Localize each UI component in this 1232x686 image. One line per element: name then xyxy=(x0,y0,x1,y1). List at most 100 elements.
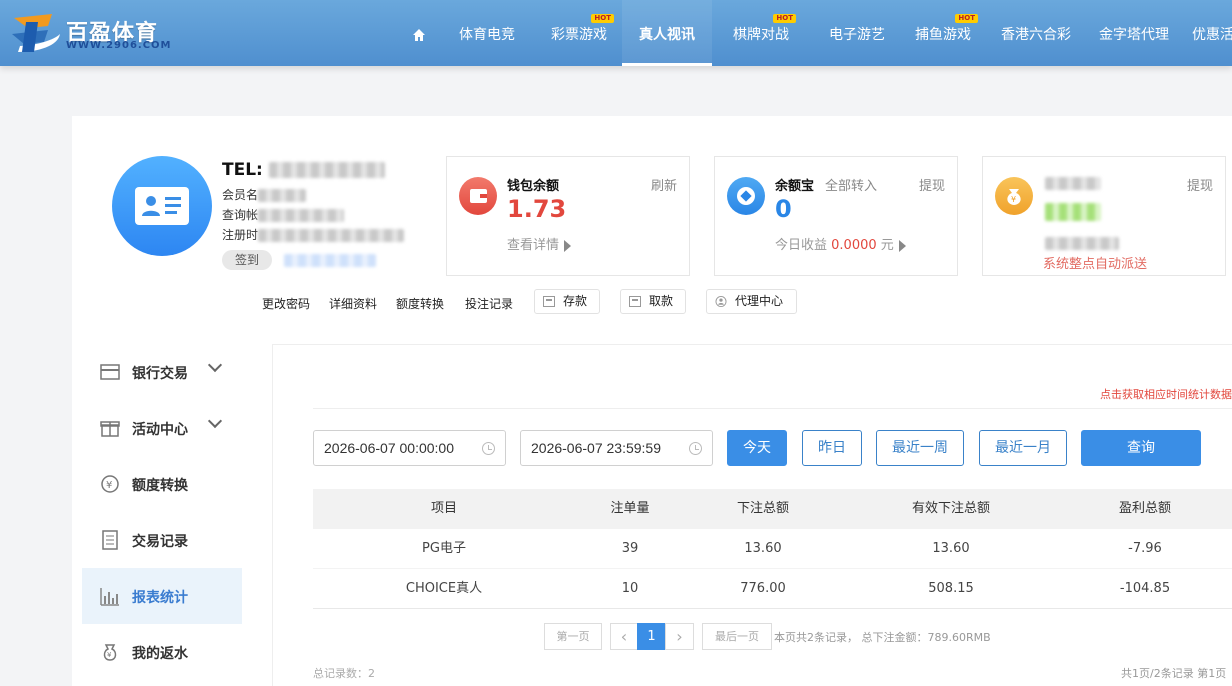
query-account: 查询帐 xyxy=(222,206,345,223)
column-header: 有效下注总额 xyxy=(911,501,990,516)
deposit-icon xyxy=(543,296,555,307)
current-page-button[interactable]: 1 xyxy=(637,623,666,650)
report-table: 项目 注单量 下注总额 有效下注总额 盈利总额 PG电子 39 13.60 13… xyxy=(313,489,1232,609)
detail-info-link[interactable]: 详细资料 xyxy=(329,295,377,312)
yen-exchange-icon: ¥ xyxy=(101,475,119,493)
column-header: 注单量 xyxy=(610,501,650,516)
nav-home[interactable] xyxy=(404,0,434,66)
first-page-button[interactable]: 第一页 xyxy=(544,623,602,650)
query-button[interactable]: 查询 xyxy=(1081,430,1201,466)
yeb-card: 余额宝 0 全部转入 提现 今日收益 0.0000 元 xyxy=(714,156,958,276)
nav-label: 优惠活 xyxy=(1192,27,1232,43)
site-logo[interactable]: 百盈体育 WWW.2906.COM xyxy=(8,12,178,56)
nav-label: 金字塔代理 xyxy=(1099,27,1169,43)
sign-info-redacted xyxy=(284,254,376,267)
start-date-input[interactable]: 2026-06-07 00:00:00 xyxy=(313,430,506,466)
nav-label: 体育电竞 xyxy=(459,27,515,43)
yeb-title: 余额宝 xyxy=(775,179,815,194)
hot-badge: HOT xyxy=(773,14,796,23)
transfer-all-link[interactable]: 全部转入 xyxy=(825,175,877,194)
table-cell: -7.96 xyxy=(1128,541,1162,556)
sign-in-button[interactable]: 签到 xyxy=(222,250,272,270)
prev-page-button[interactable]: ‹ xyxy=(610,623,638,650)
bonus-title-redacted xyxy=(1045,177,1101,190)
deposit-button[interactable]: 存款 xyxy=(534,289,600,314)
nav-fishing[interactable]: 捕鱼游戏 HOT xyxy=(904,0,982,66)
withdraw-icon xyxy=(629,296,641,307)
next-page-button[interactable]: › xyxy=(665,623,694,650)
today-earnings[interactable]: 今日收益 0.0000 元 xyxy=(775,234,906,253)
bonus-withdraw-link[interactable]: 提现 xyxy=(1187,175,1213,194)
nav-pyramid-agent[interactable]: 金字塔代理 xyxy=(1090,0,1178,66)
refresh-link[interactable]: 刷新 xyxy=(651,175,677,194)
phone-label: TEL: xyxy=(222,160,385,180)
sidebar-item-bank[interactable]: 银行交易 xyxy=(82,344,242,400)
nav-label: 真人视讯 xyxy=(639,27,695,43)
table-cell: 508.15 xyxy=(928,581,974,596)
document-icon xyxy=(102,530,118,550)
table-cell: PG电子 xyxy=(422,541,466,556)
quota-transfer-link[interactable]: 额度转换 xyxy=(396,295,444,312)
page-summary: 本页共2条记录， 总下注金额：789.60RMB xyxy=(774,631,991,644)
svg-text:¥: ¥ xyxy=(107,651,112,659)
chevron-down-icon xyxy=(207,357,223,373)
sidebar-item-transactions[interactable]: 交易记录 xyxy=(82,512,242,568)
hint-text: 点击获取相应时间统计数据 xyxy=(1100,388,1232,401)
table-cell: 13.60 xyxy=(932,541,970,556)
last-month-button[interactable]: 最近一月 xyxy=(979,430,1067,466)
sidebar-item-label: 银行交易 xyxy=(132,366,188,382)
nav-label: 电子游艺 xyxy=(829,27,885,43)
nav-slots[interactable]: 电子游艺 xyxy=(818,0,896,66)
wallet-card: 钱包余额 1.73 刷新 查看详情 xyxy=(446,156,690,276)
sidebar-item-label: 额度转换 xyxy=(132,478,188,494)
nav-label: 彩票游戏 xyxy=(551,27,607,43)
sidebar-item-reports[interactable]: 报表统计 xyxy=(82,568,242,624)
nav-chess[interactable]: 棋牌对战 HOT xyxy=(722,0,800,66)
id-card-icon xyxy=(135,187,189,225)
bonus-card: ¥ 提现 系统整点自动派送 xyxy=(982,156,1226,276)
agent-icon xyxy=(715,296,727,307)
nav-mark-six[interactable]: 香港六合彩 xyxy=(992,0,1080,66)
today-button[interactable]: 今天 xyxy=(727,430,787,466)
logo-mark-icon xyxy=(12,14,60,52)
nav-lottery[interactable]: 彩票游戏 HOT xyxy=(540,0,618,66)
table-row: PG电子 39 13.60 13.60 -7.96 xyxy=(313,529,1232,569)
sidebar-item-rebate[interactable]: ¥ 我的返水 xyxy=(82,624,242,680)
column-header: 盈利总额 xyxy=(1118,501,1171,516)
top-header: 百盈体育 WWW.2906.COM 体育电竞 彩票游戏 HOT 真人视讯 棋牌对战… xyxy=(0,0,1232,66)
bonus-value-redacted xyxy=(1045,203,1101,221)
nav-live-casino[interactable]: 真人视讯 xyxy=(622,0,712,66)
svg-text:¥: ¥ xyxy=(106,480,112,491)
money-bag-icon: ¥ xyxy=(103,644,117,661)
svg-text:¥: ¥ xyxy=(1011,195,1016,204)
end-date-input[interactable]: 2026-06-07 23:59:59 xyxy=(520,430,713,466)
last-week-button[interactable]: 最近一周 xyxy=(876,430,964,466)
withdraw-button[interactable]: 取款 xyxy=(620,289,686,314)
sidebar-item-label: 报表统计 xyxy=(132,590,188,606)
last-page-button[interactable]: 最后一页 xyxy=(702,623,772,650)
sidebar-item-transfer[interactable]: ¥ 额度转换 xyxy=(82,456,242,512)
register-time: 注册时 xyxy=(222,226,405,243)
table-cell: -104.85 xyxy=(1119,581,1171,596)
clock-icon xyxy=(482,442,495,455)
nav-label: 捕鱼游戏 xyxy=(915,27,971,43)
hot-badge: HOT xyxy=(591,14,614,23)
view-detail-link[interactable]: 查看详情 xyxy=(507,234,572,253)
member-name: 会员名 xyxy=(222,186,307,203)
sidebar-item-label: 交易记录 xyxy=(132,534,188,550)
nav-promotions[interactable]: 优惠活 xyxy=(1192,0,1232,66)
change-password-link[interactable]: 更改密码 xyxy=(262,295,310,312)
logo-url: WWW.2906.COM xyxy=(66,40,172,51)
clock-icon xyxy=(689,442,702,455)
nav-label: 棋牌对战 xyxy=(733,27,789,43)
bet-record-link[interactable]: 投注记录 xyxy=(465,295,513,312)
yeb-balance: 0 xyxy=(775,195,792,223)
sidebar-item-label: 活动中心 xyxy=(132,422,188,438)
nav-sports[interactable]: 体育电竞 xyxy=(448,0,526,66)
sidebar-item-activity[interactable]: 活动中心 xyxy=(82,400,242,456)
avatar xyxy=(112,156,212,256)
agent-center-button[interactable]: 代理中心 xyxy=(706,289,797,314)
yeb-withdraw-link[interactable]: 提现 xyxy=(919,175,945,194)
table-cell: 776.00 xyxy=(740,581,786,596)
yesterday-button[interactable]: 昨日 xyxy=(802,430,862,466)
